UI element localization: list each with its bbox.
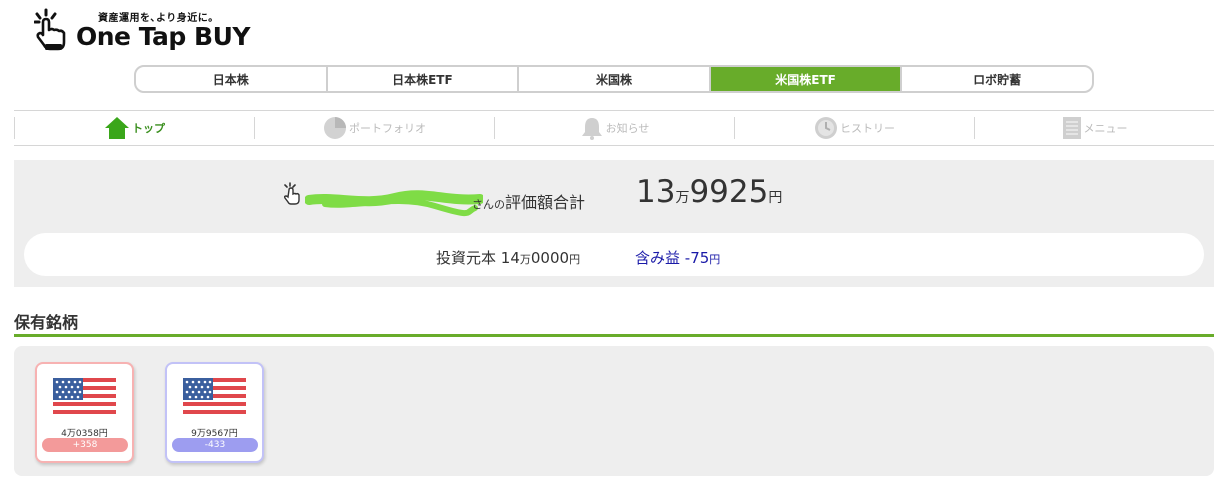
- holding-card[interactable]: 9万9567円 -433: [165, 362, 264, 463]
- valuation-total: 13万9925円: [636, 174, 782, 210]
- unit-man: 万: [675, 190, 690, 206]
- principal-bar: 投資元本 14万0000円 含み益 -75円: [24, 233, 1204, 276]
- logo[interactable]: 資産運用を､より身近に｡ One Tap BUY: [34, 6, 264, 56]
- nav-portfolio-label: ポートフォリオ: [349, 122, 426, 135]
- tap-hand-icon: [284, 182, 300, 205]
- name-suffix: さんの: [472, 198, 505, 211]
- gain-unit-yen: 円: [709, 253, 721, 266]
- holding-change-badge: -433: [172, 438, 258, 452]
- gain-label: 含み益: [635, 249, 681, 267]
- amount-rest: 9925: [689, 174, 769, 210]
- nav-top[interactable]: トップ: [14, 117, 254, 139]
- market-tabs: 日本株 日本株ETF 米国株 米国株ETF ロボ貯蓄: [134, 65, 1094, 93]
- holding-change-badge: +358: [42, 438, 128, 452]
- principal-rest: 0000: [530, 249, 570, 267]
- tab-japan-etf[interactable]: 日本株ETF: [328, 67, 520, 91]
- us-flag-icon: [53, 378, 116, 418]
- nav-portfolio[interactable]: ポートフォリオ: [254, 117, 494, 139]
- holding-card[interactable]: 4万0358円 +358: [35, 362, 134, 463]
- nav-top-label: トップ: [132, 122, 165, 135]
- valuation-summary: さんの評価額合計 13万9925円 投資元本 14万0000円 含み益 -75円: [14, 160, 1214, 287]
- sub-navigation: トップ ポートフォリオ お知らせ ヒストリー メニュー: [14, 110, 1214, 146]
- unit-yen: 円: [768, 190, 783, 206]
- redacted-username: [305, 190, 483, 217]
- home-icon: [105, 117, 129, 139]
- principal-unit-man: 万: [519, 253, 531, 266]
- principal-unit-yen: 円: [569, 253, 581, 266]
- holdings-divider: [14, 334, 1214, 337]
- holdings-panel: 4万0358円 +358 9万9567円 -433: [14, 346, 1214, 476]
- gain-value: -75: [684, 249, 710, 267]
- logo-name: One Tap BUY: [76, 22, 250, 51]
- us-flag-icon: [183, 378, 246, 418]
- holdings-title: 保有銘柄: [14, 313, 79, 332]
- nav-menu-label: メニュー: [1083, 122, 1128, 135]
- tap-hand-icon: [34, 8, 66, 51]
- principal-man: 14: [500, 249, 520, 267]
- nav-history[interactable]: ヒストリー: [734, 117, 974, 139]
- bell-icon: [581, 118, 602, 140]
- tab-robo-savings[interactable]: ロボ貯蓄: [902, 67, 1092, 91]
- nav-notices-label: お知らせ: [605, 122, 650, 135]
- valuation-label: さんの評価額合計: [472, 189, 585, 213]
- tab-us-etf[interactable]: 米国株ETF: [710, 67, 903, 91]
- valuation-title: 評価額合計: [505, 193, 586, 212]
- investment-principal: 投資元本 14万0000円: [436, 247, 580, 268]
- menu-icon: [1062, 117, 1081, 139]
- nav-notices[interactable]: お知らせ: [494, 117, 734, 140]
- clock-icon: [815, 117, 837, 139]
- nav-history-label: ヒストリー: [840, 122, 895, 135]
- nav-menu[interactable]: メニュー: [974, 117, 1214, 139]
- principal-label: 投資元本: [436, 249, 497, 267]
- tab-japan-stocks[interactable]: 日本株: [136, 67, 328, 91]
- amount-man: 13: [636, 174, 676, 210]
- tab-us-stocks[interactable]: 米国株: [519, 67, 711, 91]
- pie-chart-icon: [324, 117, 346, 139]
- unrealized-gain: 含み益 -75円: [635, 247, 720, 268]
